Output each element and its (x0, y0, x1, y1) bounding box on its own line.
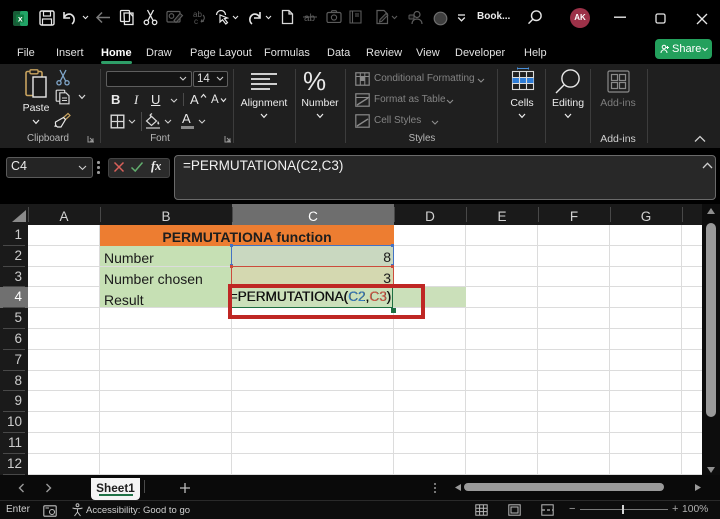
svg-text:x: x (18, 14, 23, 24)
svg-text:ab: ab (304, 13, 316, 23)
svg-text:c: c (194, 17, 198, 25)
